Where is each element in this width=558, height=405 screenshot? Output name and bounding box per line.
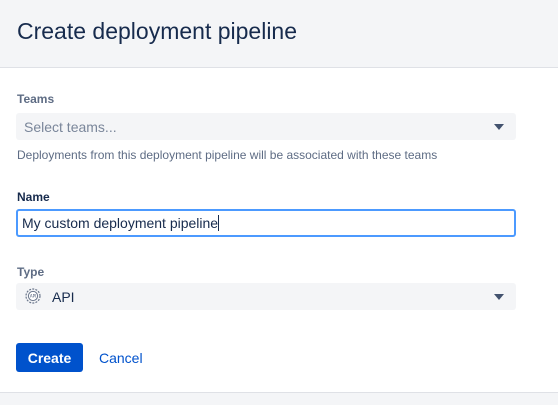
svg-text:API: API bbox=[30, 294, 36, 299]
text-cursor bbox=[218, 215, 220, 231]
teams-label: Teams bbox=[17, 92, 55, 106]
api-icon: API bbox=[25, 288, 41, 304]
type-label: Type bbox=[17, 265, 45, 279]
dialog-header: Create deployment pipeline bbox=[0, 0, 558, 68]
create-button[interactable]: Create bbox=[16, 343, 83, 372]
teams-helper-text: Deployments from this deployment pipelin… bbox=[17, 148, 438, 162]
name-label: Name bbox=[17, 190, 50, 204]
chevron-down-icon bbox=[494, 124, 504, 130]
chevron-down-icon bbox=[494, 294, 504, 300]
type-selected-value: API bbox=[52, 289, 75, 305]
cancel-button[interactable]: Cancel bbox=[92, 343, 150, 372]
dialog-title: Create deployment pipeline bbox=[17, 18, 298, 44]
teams-placeholder: Select teams... bbox=[24, 119, 117, 135]
teams-select[interactable]: Select teams... bbox=[16, 113, 516, 140]
dialog-footer bbox=[0, 393, 558, 405]
name-input[interactable]: My custom deployment pipeline bbox=[16, 209, 516, 237]
name-input-value: My custom deployment pipeline bbox=[22, 215, 220, 231]
type-select[interactable]: API API bbox=[16, 283, 516, 310]
